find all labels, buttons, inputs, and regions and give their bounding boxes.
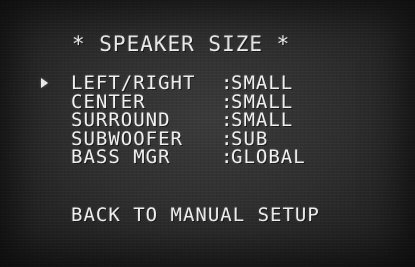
menu-item-separator: : — [221, 72, 234, 94]
menu-item-separator: : — [221, 109, 234, 131]
osd-screen: * SPEAKER SIZE * LEFT/RIGHT: SMALL CENTER… — [0, 0, 415, 267]
menu-item-separator: : — [221, 146, 234, 168]
menu-item-surround[interactable]: SURROUND: SMALL — [71, 111, 306, 130]
speaker-size-menu: LEFT/RIGHT: SMALL CENTER: SMALL SURROUND: S… — [71, 74, 306, 167]
menu-item-value: GLOBAL — [231, 146, 306, 168]
menu-item-label: LEFT/RIGHT — [71, 72, 196, 94]
menu-item-value: SMALL — [231, 109, 294, 131]
menu-item-value: SMALL — [231, 72, 294, 94]
menu-item-bass-mgr[interactable]: BASS MGR: GLOBAL — [71, 148, 306, 167]
menu-item-label: SURROUND — [71, 109, 171, 131]
menu-title: * SPEAKER SIZE * — [72, 32, 291, 56]
menu-item-label: BASS MGR — [71, 146, 171, 168]
back-to-manual-setup-item[interactable]: BACK TO MANUAL SETUP — [71, 204, 320, 226]
menu-item-left-right[interactable]: LEFT/RIGHT: SMALL — [71, 74, 306, 93]
right-triangle-cursor-icon — [41, 78, 48, 88]
